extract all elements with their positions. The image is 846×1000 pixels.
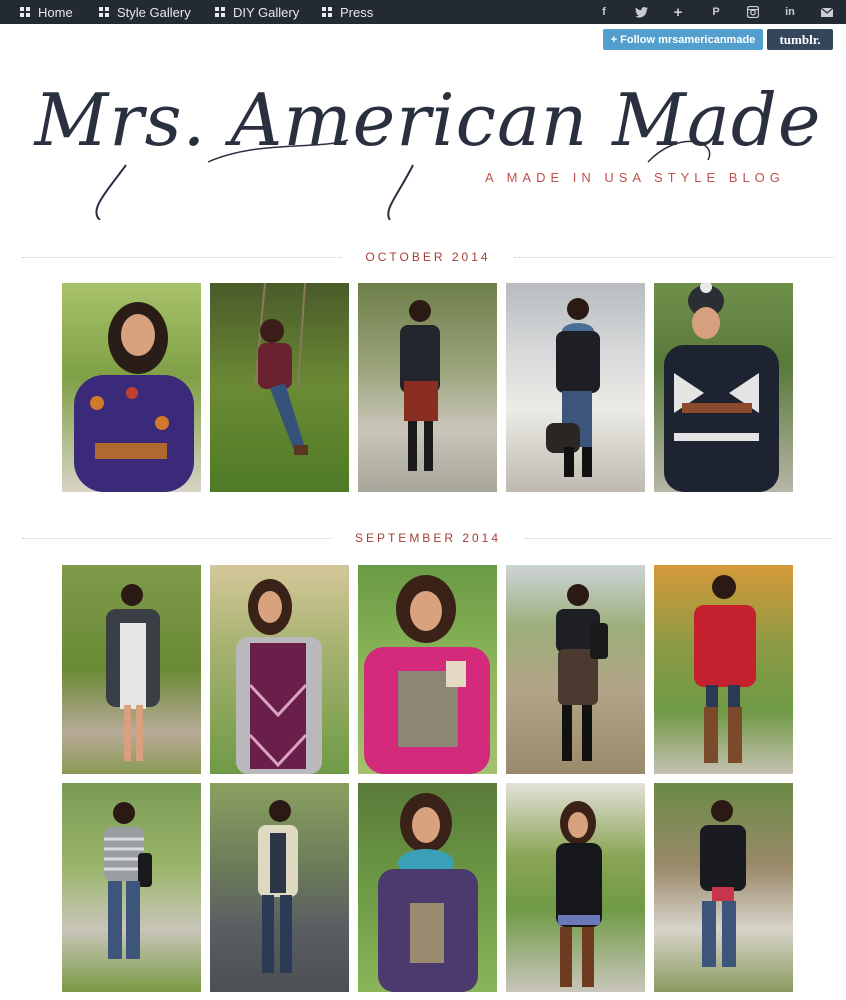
nav-home[interactable]: Home — [20, 0, 73, 24]
outfit-photo[interactable] — [654, 783, 793, 992]
nav-diy-gallery[interactable]: DIY Gallery — [215, 0, 299, 24]
outfit-figure — [106, 584, 160, 761]
outfit-figure — [556, 584, 608, 761]
nav-style-gallery-label: Style Gallery — [117, 4, 191, 20]
outfit-figure — [364, 575, 490, 774]
grid-icon — [20, 7, 30, 17]
outfit-photo[interactable] — [506, 565, 645, 774]
outfit-figure — [378, 793, 478, 992]
nav-home-label: Home — [38, 4, 73, 20]
outfit-photo[interactable] — [506, 283, 645, 492]
instagram-icon[interactable] — [743, 0, 763, 24]
twitter-icon[interactable] — [631, 0, 651, 24]
top-nav-bar: Home Style Gallery DIY Gallery Press f +… — [0, 0, 846, 24]
section-label: OCTOBER 2014 — [353, 250, 503, 264]
outfit-figure — [700, 800, 746, 967]
outfit-figure — [556, 801, 602, 987]
outfit-figure — [694, 575, 756, 763]
outfit-figure — [546, 298, 600, 477]
nav-diy-gallery-label: DIY Gallery — [233, 4, 300, 20]
outfit-photo[interactable] — [210, 565, 349, 774]
outfit-figure — [104, 802, 152, 959]
tumblr-button[interactable]: tumblr. — [767, 29, 833, 50]
outfit-photo[interactable] — [654, 565, 793, 774]
grid-icon — [322, 7, 332, 17]
grid-icon — [99, 7, 109, 17]
section-header-october: OCTOBER 2014 — [22, 250, 834, 264]
blog-logo[interactable]: Mrs. American Made — [18, 70, 838, 220]
section-label: SEPTEMBER 2014 — [342, 531, 514, 545]
outfit-photo[interactable] — [358, 565, 497, 774]
outfit-figure — [254, 283, 308, 455]
nav-press-label: Press — [340, 4, 374, 20]
outfit-figure — [236, 579, 322, 774]
outfit-figure — [400, 300, 440, 471]
blog-tagline: A MADE IN USA STYLE BLOG — [485, 170, 785, 185]
outfit-photo[interactable] — [210, 283, 349, 492]
plus-icon[interactable]: + — [668, 0, 688, 24]
outfit-figure — [74, 302, 194, 492]
section-header-september: SEPTEMBER 2014 — [22, 531, 834, 545]
nav-style-gallery[interactable]: Style Gallery — [99, 0, 191, 24]
facebook-icon[interactable]: f — [594, 0, 614, 24]
outfit-photo[interactable] — [358, 283, 497, 492]
nav-press[interactable]: Press — [322, 0, 373, 24]
logo-flourish — [95, 139, 711, 220]
outfit-photo[interactable] — [210, 783, 349, 992]
pinterest-icon[interactable]: P — [706, 0, 726, 24]
outfit-photo[interactable] — [654, 283, 793, 492]
email-icon[interactable] — [817, 0, 837, 24]
outfit-figure — [258, 800, 298, 973]
outfit-photo[interactable] — [62, 283, 201, 492]
linkedin-icon[interactable]: in — [780, 0, 800, 24]
outfit-photo[interactable] — [62, 565, 201, 774]
outfit-photo[interactable] — [506, 783, 645, 992]
outfit-photo[interactable] — [62, 783, 201, 992]
grid-icon — [215, 7, 225, 17]
follow-button[interactable]: + Follow mrsamericanmade — [603, 29, 763, 50]
outfit-figure — [664, 283, 779, 492]
outfit-photo[interactable] — [358, 783, 497, 992]
